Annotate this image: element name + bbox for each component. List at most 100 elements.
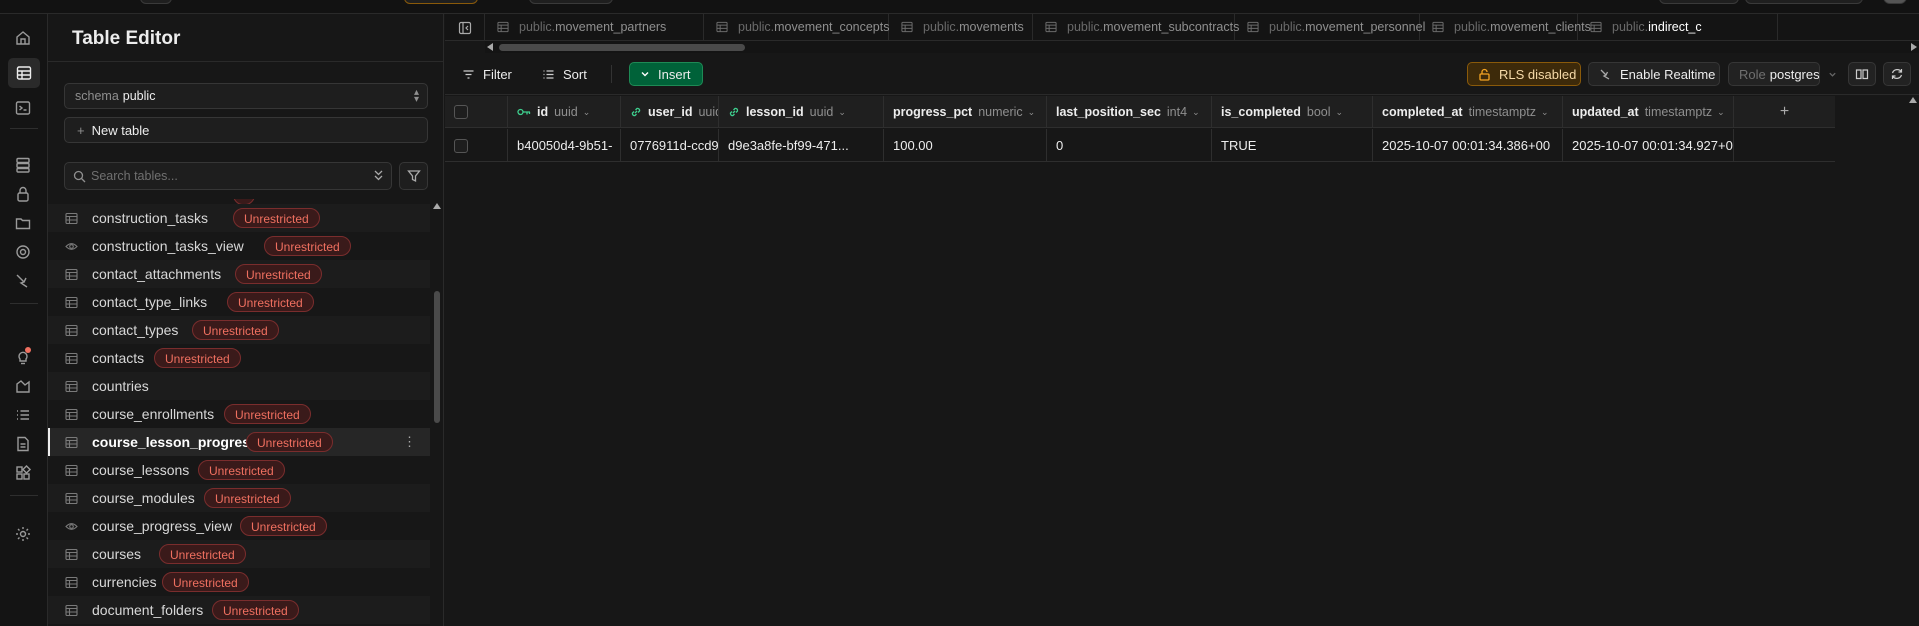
top-bar-control[interactable] [140, 0, 172, 4]
chevron-down-icon[interactable]: ⌄ [1336, 107, 1344, 118]
tab-movements[interactable]: public.movements [889, 14, 1033, 40]
scroll-left-icon[interactable] [487, 43, 493, 51]
schema-selector[interactable]: schema public ▴ ▾ [64, 83, 428, 109]
chevron-down-icon[interactable]: ⌄ [838, 107, 846, 118]
tab-movement-clients[interactable]: public.movement_clients [1420, 14, 1591, 40]
insert-button[interactable]: Insert [629, 62, 703, 86]
sidebar-item-contacts[interactable]: contacts Unrestricted [48, 344, 430, 372]
cell-is-completed[interactable]: TRUE [1212, 129, 1373, 162]
sidebar-item-course-lessons[interactable]: course_lessons Unrestricted [48, 456, 430, 484]
column-header-completed-at[interactable]: completed_at timestamptz ⌄ [1373, 96, 1563, 128]
tab-movement-concepts[interactable]: public.movement_concepts [704, 14, 889, 40]
scroll-right-icon[interactable] [1911, 43, 1917, 51]
api-docs-icon[interactable] [12, 433, 34, 455]
enable-realtime-button[interactable]: Enable Realtime [1588, 62, 1720, 86]
sidebar-item-contact-type-links[interactable]: contact_type_links Unrestricted [48, 288, 430, 316]
chevron-down-icon[interactable]: ⌄ [1717, 107, 1725, 118]
edge-functions-icon[interactable] [12, 270, 34, 292]
column-header-lesson-id[interactable]: lesson_id uuid ⌄ [719, 96, 884, 128]
row-checkbox[interactable] [454, 138, 468, 153]
tab-movement-partners[interactable]: public.movement_partners [485, 14, 704, 40]
scrollbar-thumb[interactable] [499, 44, 745, 51]
sidebar-item-course-enrollments[interactable]: course_enrollments Unrestricted [48, 400, 430, 428]
column-header-is-completed[interactable]: is_completed bool ⌄ [1212, 96, 1373, 128]
table-icon [716, 21, 728, 36]
refresh-button[interactable] [1883, 62, 1911, 86]
sidebar-item-construction-tasks[interactable]: construction_tasks Unrestricted [48, 204, 430, 232]
scroll-up-icon[interactable] [1909, 97, 1917, 103]
tab-movement-subcontracts[interactable]: public.movement_subcontracts [1033, 14, 1239, 40]
tab-schema: public. [923, 20, 960, 34]
search-input[interactable] [91, 167, 361, 185]
sidebar-item-contact-types[interactable]: contact_types Unrestricted [48, 316, 430, 344]
home-icon[interactable] [12, 27, 34, 49]
cell-lesson-id[interactable]: d9e3a8fe-bf99-471... [719, 129, 884, 162]
cell-progress-pct[interactable]: 100.00 [884, 129, 1047, 162]
sidebar-item-document-folders[interactable]: document_folders Unrestricted [48, 596, 430, 624]
chevron-down-icon[interactable]: ⌄ [1541, 107, 1549, 118]
sidebar-item-countries[interactable]: countries [48, 372, 430, 400]
advisors-icon[interactable] [12, 346, 34, 368]
top-bar-control[interactable] [1659, 0, 1739, 4]
storage-icon[interactable] [12, 212, 34, 234]
tab-label: public.movement_subcontracts [1067, 20, 1239, 34]
column-header-last-position-sec[interactable]: last_position_sec int4 ⌄ [1047, 96, 1212, 128]
cell-id[interactable]: b40050d4-9b51- [508, 129, 621, 162]
chevron-down-icon[interactable]: ⌄ [1192, 107, 1200, 118]
avatar[interactable] [1883, 0, 1907, 4]
tab-indirect-c[interactable]: public.indirect_c [1578, 14, 1778, 40]
settings-icon[interactable] [12, 523, 34, 545]
sidebar-item-construction-tasks-view[interactable]: construction_tasks_view Unrestricted [48, 232, 430, 260]
chevron-down-icon[interactable]: ⌄ [1028, 107, 1036, 118]
integrations-icon[interactable] [12, 462, 34, 484]
realtime-icon[interactable] [12, 241, 34, 263]
definition-view-button[interactable] [1848, 62, 1876, 86]
auth-icon[interactable] [12, 183, 34, 205]
add-column-button[interactable]: + [1734, 96, 1835, 128]
filter-tables-button[interactable] [399, 162, 428, 190]
column-header-updated-at[interactable]: updated_at timestamptz ⌄ [1563, 96, 1734, 128]
top-bar-control[interactable] [1745, 0, 1863, 4]
cell-completed-at[interactable]: 2025-10-07 00:01:34.386+00 [1373, 129, 1563, 162]
sidebar-item-contact-attachments[interactable]: contact_attachments Unrestricted [48, 260, 430, 288]
cell-user-id[interactable]: 0776911d-ccd9-4... [621, 129, 719, 162]
reports-icon[interactable] [12, 375, 34, 397]
tab-movement-personnel[interactable]: public.movement_personnel [1235, 14, 1425, 40]
column-header-id[interactable]: id uuid ⌄ [508, 96, 621, 128]
top-bar-control[interactable] [404, 0, 478, 4]
more-options-icon[interactable]: ⋮ [403, 434, 416, 450]
table-name: contacts [92, 350, 145, 366]
sidebar-item-course-progress-view[interactable]: course_progress_view Unrestricted [48, 512, 430, 540]
table-name: construction_tasks_view [92, 238, 244, 254]
sidebar-item-currencies[interactable]: currencies Unrestricted [48, 568, 430, 596]
cell-updated-at[interactable]: 2025-10-07 00:01:34.927+00 [1563, 129, 1734, 162]
filter-button[interactable]: Filter [462, 62, 512, 86]
tab-table-name: movements [959, 20, 1024, 34]
new-table-button[interactable]: + New table [64, 117, 428, 143]
realtime-icon [1599, 68, 1612, 81]
tabs-scrollbar[interactable] [485, 41, 1919, 53]
table-row[interactable]: b40050d4-9b51-0776911d-ccd9-4...d9e3a8fe… [445, 129, 1835, 162]
chevrons-down-icon[interactable] [373, 169, 384, 185]
column-header-user-id[interactable]: user_iduuid⌄ [621, 96, 719, 128]
collapse-sidebar-button[interactable] [445, 14, 485, 40]
table-editor-icon[interactable] [8, 58, 40, 88]
column-header-progress-pct[interactable]: progress_pct numeric ⌄ [884, 96, 1047, 128]
cell-last-position-sec[interactable]: 0 [1047, 129, 1212, 162]
sidebar-item-course-modules[interactable]: course_modules Unrestricted [48, 484, 430, 512]
chevron-down-icon[interactable]: ⌄ [583, 107, 591, 118]
sidebar-scrollbar[interactable] [431, 199, 443, 626]
top-bar-control[interactable] [529, 0, 613, 4]
logs-icon[interactable] [12, 404, 34, 426]
rls-badge: Unrestricted [240, 516, 327, 536]
sort-button[interactable]: Sort [542, 62, 587, 86]
rls-disabled-button[interactable]: RLS disabled [1467, 62, 1581, 86]
scroll-up-icon[interactable] [433, 203, 441, 209]
role-selector[interactable]: Role postgres [1728, 62, 1836, 86]
scrollbar-thumb[interactable] [434, 291, 440, 423]
select-all-checkbox[interactable] [454, 105, 468, 119]
sidebar-item-courses[interactable]: courses Unrestricted [48, 540, 430, 568]
sidebar-item-course-lesson-progress[interactable]: course_lesson_progress Unrestricted ⋮ [48, 428, 430, 456]
database-icon[interactable] [12, 154, 34, 176]
sql-editor-icon[interactable] [12, 97, 34, 119]
